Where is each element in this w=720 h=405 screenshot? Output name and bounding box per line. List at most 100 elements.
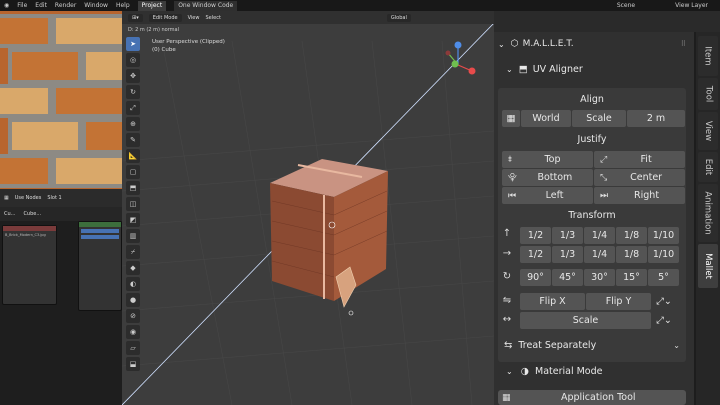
cursor-tool-icon[interactable]: ◎ (126, 53, 140, 67)
justify-center-button[interactable]: ⤡ Center (594, 169, 685, 186)
move-tool-icon[interactable]: ✥ (126, 69, 140, 83)
select-menu[interactable]: Select (205, 15, 220, 21)
blender-logo-icon[interactable]: ◉ (4, 2, 9, 9)
rotate-45-button[interactable]: 45° (552, 269, 583, 286)
justify-title: Justify (577, 134, 607, 145)
shader-node-editor[interactable]: ▦ Use Nodes Slot 1 Cu... Cube... B_Brick… (0, 189, 122, 405)
edge-slide-tool-icon[interactable]: ⊘ (126, 309, 140, 323)
tab-view[interactable]: View (698, 112, 718, 150)
slot-selector[interactable]: Slot 1 (47, 195, 61, 201)
shift-up-quarter[interactable]: 1/4 (584, 227, 615, 244)
scale-tool-icon[interactable]: ⤢ (126, 101, 140, 115)
checker-icon[interactable]: ▦ (502, 110, 520, 127)
node-header (3, 226, 56, 231)
shift-up-tenth[interactable]: 1/10 (648, 227, 679, 244)
workspace-tab-code[interactable]: One Window Code (174, 0, 238, 11)
object-crumb[interactable]: Cu... (4, 211, 15, 217)
knife-tool-icon[interactable]: ⌿ (126, 245, 140, 259)
mode-selector[interactable]: Edit Mode (148, 13, 182, 22)
shrink-tool-icon[interactable]: ◉ (126, 325, 140, 339)
flip-x-button[interactable]: Flip X (520, 293, 585, 310)
menu-render[interactable]: Render (55, 2, 76, 9)
shift-right-third[interactable]: 1/3 (552, 246, 583, 263)
shift-up-half[interactable]: 1/2 (520, 227, 551, 244)
shear-tool-icon[interactable]: ▱ (126, 341, 140, 355)
node-breadcrumb: Cu... Cube... (0, 207, 122, 221)
tab-edit-label: Edit (703, 158, 713, 176)
justify-right-button[interactable]: ⏭ Right (594, 187, 685, 204)
align-size-field[interactable]: 2 m (627, 110, 685, 127)
image-texture-node[interactable]: B_Brick_Modern_C3.jpg (2, 225, 57, 305)
view-menu[interactable]: View (188, 15, 200, 21)
uv-aligner-header[interactable]: ⌄ ⬒ UV Aligner (494, 60, 694, 78)
treat-separately-dropdown[interactable]: ⇆ Treat Separately ⌄ (498, 336, 686, 354)
editor-type-selector[interactable]: ⊞▾ (128, 13, 143, 22)
align-scale-button[interactable]: Scale (572, 110, 626, 127)
rotate-90-button[interactable]: 90° (520, 269, 551, 286)
chevron-down-icon: ⌄ (498, 39, 505, 49)
justify-fit-button[interactable]: ⤢ Fit (594, 151, 685, 168)
uv-icon: ⬒ (518, 63, 528, 75)
justify-bottom-button[interactable]: ⯓ Bottom (502, 169, 593, 186)
shift-right-half[interactable]: 1/2 (520, 246, 551, 263)
material-mode-header[interactable]: ⌄ ◑ Material Mode (506, 362, 603, 380)
tab-mallet[interactable]: Mallet (698, 244, 718, 288)
justify-left-button[interactable]: ⏮ Left (502, 187, 593, 204)
menu-window[interactable]: Window (84, 2, 108, 9)
scale-button[interactable]: Scale (520, 312, 651, 329)
annotate-tool-icon[interactable]: ✎ (126, 133, 140, 147)
material-crumb[interactable]: Cube... (23, 211, 41, 217)
shift-up-third[interactable]: 1/3 (552, 227, 583, 244)
menu-file[interactable]: File (17, 2, 27, 9)
viewport-header-right (494, 11, 720, 32)
sidebar-tabs: Item Tool View Edit Animation Mallet (696, 32, 720, 405)
select-tool-icon[interactable]: ➤ (126, 37, 140, 51)
view-layer-selector[interactable]: View Layer (675, 2, 708, 9)
tab-animation[interactable]: Animation (698, 184, 718, 242)
transform-tool-icon[interactable]: ⊕ (126, 117, 140, 131)
expand-icon[interactable]: ⤢⌄ (652, 293, 676, 310)
tab-item[interactable]: Item (698, 36, 718, 76)
flip-y-button[interactable]: Flip Y (586, 293, 651, 310)
drag-handle-icon[interactable]: ⠿ (681, 40, 686, 48)
loop-cut-tool-icon[interactable]: ▥ (126, 229, 140, 243)
extrude-tool-icon[interactable]: ⬒ (126, 181, 140, 195)
rotate-15-button[interactable]: 15° (616, 269, 647, 286)
principled-bsdf-node[interactable] (78, 221, 122, 311)
measure-tool-icon[interactable]: 📐 (126, 149, 140, 163)
tab-tool[interactable]: Tool (698, 78, 718, 110)
application-tool-button[interactable]: ▦ Application Tool (498, 390, 686, 405)
align-world-button[interactable]: World (521, 110, 571, 127)
justify-bottom-label: Bottom (537, 172, 573, 183)
rotate-5-button[interactable]: 5° (648, 269, 679, 286)
rotate-30-button[interactable]: 30° (584, 269, 615, 286)
spin-tool-icon[interactable]: ◐ (126, 277, 140, 291)
viewport-info: User Perspective (Clipped) (0) Cube (152, 38, 225, 54)
workspace-tab-project[interactable]: Project (137, 0, 167, 11)
smooth-tool-icon[interactable]: ● (126, 293, 140, 307)
3d-viewport[interactable]: ⊞▾ Edit Mode View Select Global D: 2 m (… (122, 11, 494, 405)
shift-right-eighth[interactable]: 1/8 (616, 246, 647, 263)
align-left-icon: ⏮ (508, 190, 517, 201)
shift-right-quarter[interactable]: 1/4 (584, 246, 615, 263)
inset-tool-icon[interactable]: ◫ (126, 197, 140, 211)
menu-help[interactable]: Help (116, 2, 130, 9)
orientation-selector[interactable]: Global (386, 13, 411, 22)
shift-right-tenth[interactable]: 1/10 (648, 246, 679, 263)
justify-top-button[interactable]: ⯒ Top (502, 151, 593, 168)
poly-build-tool-icon[interactable]: ◆ (126, 261, 140, 275)
image-editor-texture[interactable] (0, 11, 122, 189)
addon-header[interactable]: ⌄ ⬡ M.A.L.L.E.T. ⠿ (494, 36, 694, 52)
shift-up-eighth[interactable]: 1/8 (616, 227, 647, 244)
rotate-tool-icon[interactable]: ↻ (126, 85, 140, 99)
use-nodes-checkbox[interactable]: Use Nodes (15, 195, 42, 201)
scene-selector[interactable]: Scene (617, 2, 635, 9)
bevel-tool-icon[interactable]: ◩ (126, 213, 140, 227)
menu-edit[interactable]: Edit (35, 2, 47, 9)
editor-type-icon[interactable]: ▦ (4, 195, 9, 201)
expand-icon[interactable]: ⤢⌄ (652, 312, 676, 329)
rip-tool-icon[interactable]: ⬓ (126, 357, 140, 371)
chevron-down-icon: ⌄ (673, 340, 680, 350)
add-cube-tool-icon[interactable]: ▢ (126, 165, 140, 179)
tab-edit[interactable]: Edit (698, 152, 718, 182)
